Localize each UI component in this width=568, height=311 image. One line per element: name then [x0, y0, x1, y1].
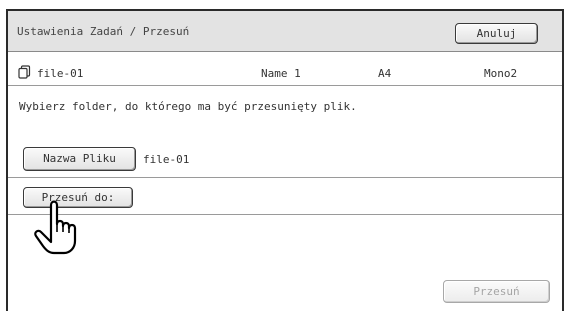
file-name-value: file-01: [143, 153, 190, 166]
title-bar: Ustawienia Zadań / Przesuń Anuluj: [8, 11, 562, 52]
user-name-text: Name 1: [261, 67, 301, 80]
paper-size-text: A4: [378, 67, 392, 80]
instruction-text: Wybierz folder, do którego ma być przesu…: [19, 100, 357, 113]
file-icon: [18, 65, 31, 79]
file-name-button[interactable]: Nazwa Pliku: [23, 147, 136, 171]
pointing-hand-icon: [34, 200, 77, 255]
divider: [8, 214, 562, 215]
cancel-button[interactable]: Anuluj: [455, 23, 538, 44]
file-name-text: file-01: [37, 67, 84, 80]
move-button[interactable]: Przesuń: [443, 280, 550, 303]
color-mode-text: Mono2: [484, 67, 518, 80]
divider: [8, 177, 562, 178]
page-title: Ustawienia Zadań / Przesuń: [17, 25, 190, 38]
divider: [8, 85, 562, 86]
dialog-window: Ustawienia Zadań / Przesuń Anuluj file-0…: [6, 9, 564, 311]
